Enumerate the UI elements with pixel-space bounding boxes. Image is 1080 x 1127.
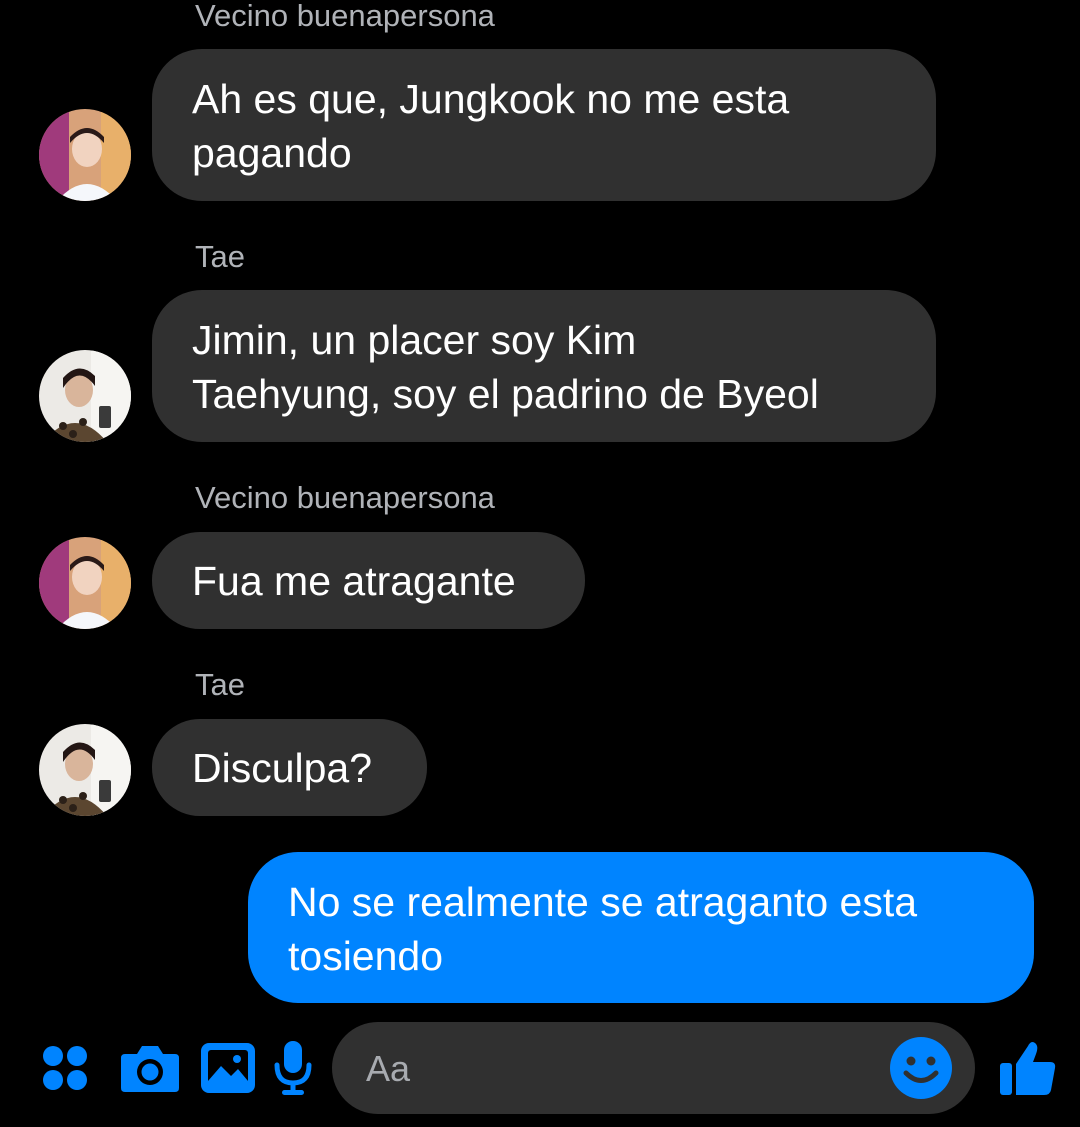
sender-name: Vecino buenapersona <box>195 480 495 515</box>
tae-avatar-icon <box>39 350 131 442</box>
gallery-icon <box>201 1043 255 1093</box>
message-bubble-incoming[interactable]: Disculpa? <box>152 719 427 816</box>
camera-button[interactable] <box>118 1040 182 1096</box>
camera-icon <box>121 1046 179 1092</box>
message-bubble-incoming[interactable]: Jimin, un placer soy Kim Taehyung, soy e… <box>152 290 936 442</box>
menu-dots-icon <box>43 1046 87 1090</box>
emoji-button[interactable] <box>889 1036 953 1100</box>
microphone-button[interactable] <box>272 1040 314 1096</box>
thumbs-up-icon <box>1000 1042 1056 1095</box>
message-composer <box>0 1018 1080 1127</box>
avatar-jimin[interactable] <box>39 109 131 201</box>
message-input[interactable] <box>364 1042 888 1096</box>
gallery-button[interactable] <box>198 1040 258 1096</box>
message-bubble-incoming[interactable]: Fua me atragante <box>152 532 585 629</box>
emoji-icon <box>890 1037 952 1099</box>
message-bubble-outgoing[interactable]: No se realmente se atraganto esta tosien… <box>248 852 1034 1003</box>
jimin-avatar-icon <box>39 537 131 629</box>
microphone-icon <box>274 1041 312 1095</box>
avatar-tae[interactable] <box>39 350 131 442</box>
avatar-tae[interactable] <box>39 724 131 816</box>
sender-name: Vecino buenapersona <box>195 0 495 33</box>
tae-avatar-icon <box>39 724 131 816</box>
like-button[interactable] <box>996 1038 1060 1098</box>
chat-screen: Vecino buenapersona Ah es que, Jungkook … <box>0 0 1080 1127</box>
sender-name: Tae <box>195 239 245 274</box>
avatar-jimin[interactable] <box>39 537 131 629</box>
message-bubble-incoming[interactable]: Ah es que, Jungkook no me esta pagando <box>152 49 936 201</box>
jimin-avatar-icon <box>39 109 131 201</box>
sender-name: Tae <box>195 667 245 702</box>
menu-dots-button[interactable] <box>38 1040 92 1096</box>
message-input-container[interactable] <box>332 1022 975 1114</box>
